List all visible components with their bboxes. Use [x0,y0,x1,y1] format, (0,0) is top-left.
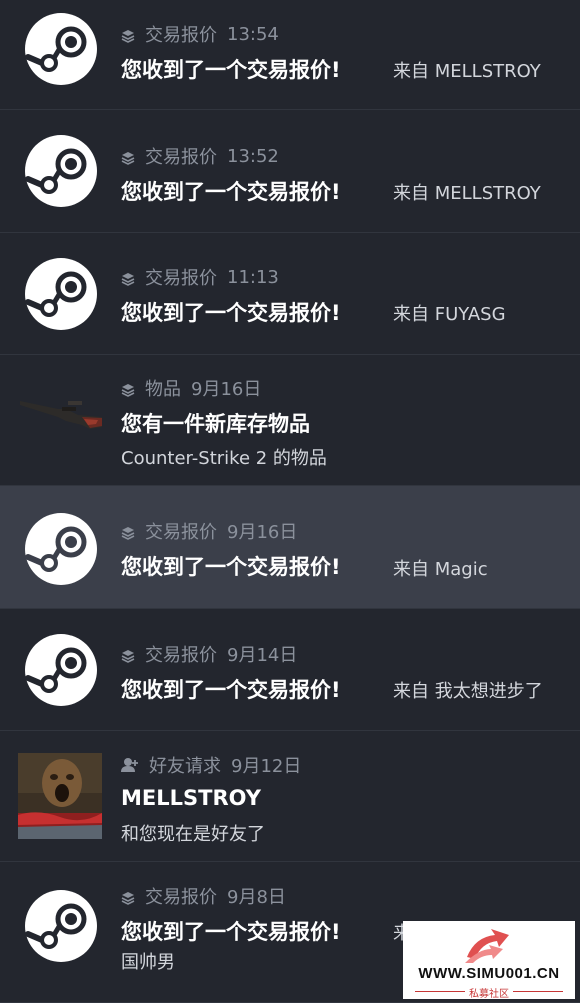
layers-icon [121,149,135,165]
notification-time: 9月16日 [227,522,298,543]
notification-category: 物品 [145,379,181,400]
notification-subtitle: 国帅男 [121,952,175,973]
layers-icon [121,381,135,397]
notification-item[interactable]: 交易报价 9月16日 您收到了一个交易报价! 来自 Magic [0,486,580,609]
notification-item[interactable]: 交易报价 13:52 您收到了一个交易报价! 来自 MELLSTROY [0,110,580,233]
steam-logo-icon [25,634,97,706]
notification-title: MELLSTROY [121,786,261,810]
notification-meta: 物品 9月16日 [121,375,261,401]
notification-meta: 交易报价 13:52 [121,143,279,169]
steam-logo-icon [25,135,97,207]
notification-category: 交易报价 [145,25,217,46]
notification-category: 交易报价 [145,645,217,666]
steam-logo-icon [25,890,97,962]
notification-title: 您收到了一个交易报价! [121,301,341,325]
steam-logo-icon [25,258,97,330]
watermark-logo-icon [461,927,513,965]
layers-icon [121,889,135,905]
layers-icon [121,270,135,286]
notification-category: 交易报价 [145,522,217,543]
notification-category: 好友请求 [149,756,221,777]
notification-time: 9月14日 [227,645,298,666]
notification-meta: 交易报价 13:54 [121,21,279,47]
layers-icon [121,27,135,43]
notification-title: 您有一件新库存物品 [121,412,310,436]
notification-meta: 交易报价 9月14日 [121,641,297,667]
friend-avatar [18,753,102,839]
notification-item[interactable]: 好友请求 9月12日 MELLSTROY 和您现在是好友了 [0,731,580,862]
layers-icon [121,647,135,663]
notification-meta: 交易报价 11:13 [121,264,279,290]
notification-subtitle: Counter-Strike 2 的物品 [121,448,327,469]
notification-from: 来自 MELLSTROY [393,183,541,204]
add-friend-icon [121,757,139,773]
steam-logo-icon [25,13,97,85]
notification-time: 11:13 [227,266,279,288]
watermark-tagline: 私募社区 [469,989,509,1000]
notification-time: 9月8日 [227,887,286,908]
notification-subtitle: 和您现在是好友了 [121,824,265,845]
notification-meta: 交易报价 9月8日 [121,883,286,909]
layers-icon [121,524,135,540]
notification-category: 交易报价 [145,887,217,908]
notification-item[interactable]: 交易报价 13:54 您收到了一个交易报价! 来自 MELLSTROY [0,0,580,110]
notification-time: 13:52 [227,145,279,167]
watermark: WWW.SIMU001.CN 私募社区 [403,921,575,1000]
notification-item[interactable]: 交易报价 9月14日 您收到了一个交易报价! 来自 我太想进步了 [0,609,580,731]
notification-meta: 好友请求 9月12日 [121,752,301,778]
notification-title: 您收到了一个交易报价! [121,678,341,702]
notification-time: 9月16日 [191,379,262,400]
rifle-item-image [18,391,102,437]
steam-logo-icon [25,513,97,585]
notification-from: 来自 我太想进步了 [393,681,543,702]
notification-title: 您收到了一个交易报价! [121,920,341,944]
notification-title: 您收到了一个交易报价! [121,180,341,204]
notification-time: 9月12日 [231,756,302,777]
notification-item[interactable]: 物品 9月16日 您有一件新库存物品 Counter-Strike 2 的物品 [0,355,580,486]
notification-meta: 交易报价 9月16日 [121,518,297,544]
notification-title: 您收到了一个交易报价! [121,58,341,82]
notification-category: 交易报价 [145,147,217,168]
watermark-url: WWW.SIMU001.CN [418,965,560,982]
notification-from: 来自 MELLSTROY [393,61,541,82]
notification-from: 来自 FUYASG [393,304,506,325]
notification-from: 来自 Magic [393,559,488,580]
notification-category: 交易报价 [145,268,217,289]
notification-item[interactable]: 交易报价 11:13 您收到了一个交易报价! 来自 FUYASG [0,233,580,355]
notification-time: 13:54 [227,23,279,45]
notification-title: 您收到了一个交易报价! [121,555,341,579]
